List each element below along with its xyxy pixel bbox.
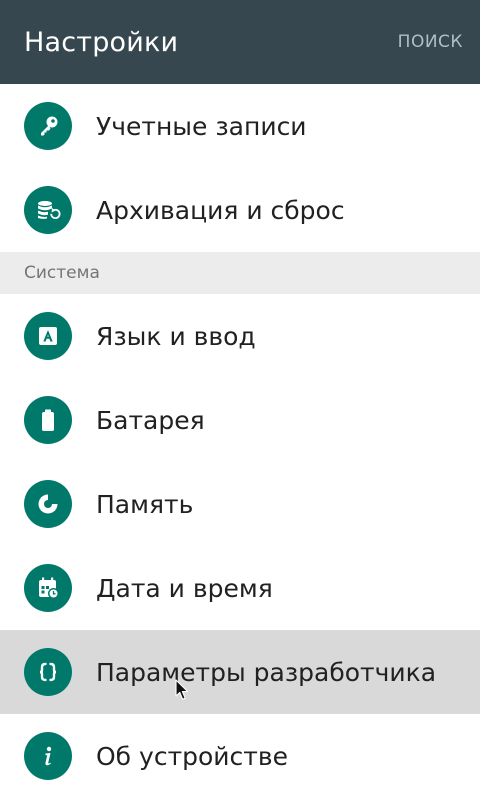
settings-item-storage[interactable]: Память [0,462,480,546]
settings-item-label: Архивация и сброс [96,195,345,225]
settings-item-date-time[interactable]: Дата и время [0,546,480,630]
settings-item-label: Параметры разработчика [96,657,437,687]
settings-item-developer-options[interactable]: Параметры разработчика [0,630,480,714]
settings-item-accounts[interactable]: Учетные записи [0,84,480,168]
settings-item-backup-reset[interactable]: Архивация и сброс [0,168,480,252]
app-bar: Настройки ПОИСК [0,0,480,84]
storage-icon [24,480,72,528]
settings-item-about-device[interactable]: Об устройстве [0,714,480,798]
key-icon [24,102,72,150]
settings-item-label: Память [96,489,194,519]
settings-screen: Настройки ПОИСК Учетные записи Архивация… [0,0,480,800]
settings-item-battery[interactable]: Батарея [0,378,480,462]
mouse-cursor-icon [175,679,189,700]
battery-icon [24,396,72,444]
settings-item-label: Учетные записи [96,111,307,141]
settings-item-label: Язык и ввод [96,321,256,351]
backup-restore-icon [24,186,72,234]
page-title: Настройки [24,26,179,58]
braces-icon [24,648,72,696]
settings-item-label: Батарея [96,405,205,435]
language-icon [24,312,72,360]
settings-item-label: Дата и время [96,573,273,603]
calendar-clock-icon [24,564,72,612]
settings-item-language-input[interactable]: Язык и ввод [0,294,480,378]
search-button[interactable]: ПОИСК [398,32,463,52]
settings-item-label: Об устройстве [96,741,288,771]
section-header-system: Система [0,252,480,294]
info-icon [24,732,72,780]
